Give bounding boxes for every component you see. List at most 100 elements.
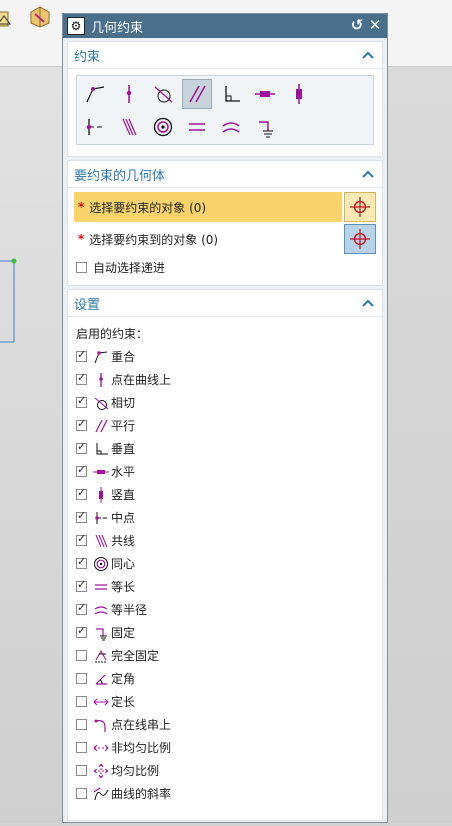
graphics-canvas-right[interactable] [388, 67, 452, 823]
constraint-toggle-row[interactable]: 点在曲线上 [68, 368, 382, 391]
parallel-constraint-button[interactable] [182, 79, 212, 109]
select-target-button[interactable] [344, 224, 376, 254]
horizontal-icon [255, 91, 275, 97]
constraint-toggle-label: 完全固定 [111, 649, 160, 663]
point-on-curve-icon [126, 85, 132, 103]
settings-section-header[interactable]: 设置 [68, 290, 382, 317]
constraint-toggle-row[interactable]: 非均匀比例 [68, 736, 382, 759]
constraint-toggle-checkbox[interactable] [76, 673, 87, 684]
constraint-toggle-row[interactable]: 固定 [68, 621, 382, 644]
constraint-toggle-checkbox[interactable] [76, 509, 87, 523]
select-object-row[interactable]: * 选择要约束的对象 (0) [74, 192, 376, 222]
select-target-field[interactable]: * 选择要约束到的对象 (0) [74, 224, 342, 254]
toolbar-part-icon[interactable] [28, 4, 52, 28]
constraint-toggle-row[interactable]: 相切 [68, 391, 382, 414]
constraint-toggle-checkbox[interactable] [76, 532, 87, 546]
curve-slope-icon [93, 786, 109, 802]
concentric-constraint-button[interactable] [148, 112, 178, 142]
constraint-toggle-label: 非均匀比例 [111, 741, 172, 755]
constraint-toggle-checkbox[interactable] [76, 742, 87, 753]
select-target-label: 选择要约束到的对象 (0) [89, 232, 219, 247]
collinear-icon [93, 533, 109, 549]
constraint-toggle-checkbox[interactable] [76, 578, 87, 592]
select-object-button[interactable] [344, 192, 376, 222]
constraint-toggle-row[interactable]: 共线 [68, 529, 382, 552]
constraint-toggle-label: 曲线的斜率 [111, 787, 172, 801]
tangent-icon [154, 86, 173, 103]
coincident-constraint-button[interactable] [80, 79, 110, 109]
reset-button[interactable]: ↺ [349, 17, 365, 33]
constraint-toggle-row[interactable]: 中点 [68, 506, 382, 529]
auto-advance-checkbox[interactable] [76, 262, 87, 273]
constraint-toggle-checkbox[interactable] [76, 555, 87, 569]
constraint-toggle-checkbox[interactable] [76, 624, 87, 638]
constraint-toggle-row[interactable]: 定长 [68, 690, 382, 713]
constraint-toggle-checkbox[interactable] [76, 601, 87, 615]
constraint-toggle-checkbox[interactable] [76, 440, 87, 454]
constraint-toggle-checkbox[interactable] [76, 719, 87, 730]
constraint-toggle-row[interactable]: 重合 [68, 345, 382, 368]
constraint-toggle-label: 定角 [111, 672, 136, 686]
tangent-constraint-button[interactable] [148, 79, 178, 109]
constraint-toggle-label: 同心 [111, 557, 136, 571]
constraint-toggle-row[interactable]: 完全固定 [68, 644, 382, 667]
constraint-toggle-label: 共线 [111, 534, 136, 548]
chevron-up-icon[interactable] [362, 167, 374, 182]
select-target-row[interactable]: * 选择要约束到的对象 (0) [74, 224, 376, 254]
constraint-toggle-checkbox[interactable] [76, 696, 87, 707]
toolbar-tool-icon[interactable] [0, 4, 16, 28]
constraints-section-header[interactable]: 约束 [68, 42, 382, 69]
point-on-curve-constraint-button[interactable] [114, 79, 144, 109]
concentric-icon [153, 117, 173, 137]
constraint-toggle-row[interactable]: 点在线串上 [68, 713, 382, 736]
constraint-toggle-row[interactable]: 等半径 [68, 598, 382, 621]
constraint-toggle-checkbox[interactable] [76, 788, 87, 799]
coincident-icon [86, 86, 105, 103]
constraint-toggle-checkbox[interactable] [76, 650, 87, 661]
chevron-up-icon[interactable] [362, 48, 374, 63]
perpendicular-constraint-button[interactable] [216, 79, 246, 109]
constraint-toggle-checkbox[interactable] [76, 417, 87, 431]
constraint-toggle-checkbox[interactable] [76, 486, 87, 500]
constraint-toggle-row[interactable]: 竖直 [68, 483, 382, 506]
vertical-constraint-button[interactable] [284, 79, 314, 109]
fixed-constraint-button[interactable] [250, 112, 280, 142]
constraint-toggle-row[interactable]: 等长 [68, 575, 382, 598]
dialog-title: 几何约束 [91, 20, 144, 36]
equal-radius-icon [222, 122, 240, 133]
constraint-toggle-checkbox[interactable] [76, 371, 87, 385]
constraint-toggle-row[interactable]: 同心 [68, 552, 382, 575]
point-on-curve-icon [93, 372, 109, 388]
horizontal-constraint-button[interactable] [250, 79, 280, 109]
constraint-toggle-label: 垂直 [111, 442, 136, 456]
constraint-toggle-label: 点在曲线上 [111, 373, 172, 387]
equal-radius-constraint-button[interactable] [216, 112, 246, 142]
constraints-section: 约束 [67, 41, 383, 157]
constraint-toggle-row[interactable]: 垂直 [68, 437, 382, 460]
select-object-field[interactable]: * 选择要约束的对象 (0) [74, 192, 342, 222]
tangent-icon [93, 395, 109, 411]
chevron-up-icon[interactable] [362, 296, 374, 311]
geometry-section-header[interactable]: 要约束的几何体 [68, 161, 382, 188]
constraint-toggle-checkbox[interactable] [76, 394, 87, 408]
constraint-toggle-checkbox[interactable] [76, 765, 87, 776]
geometry-section-title: 要约束的几何体 [74, 168, 166, 184]
constraint-toggle-row[interactable]: 水平 [68, 460, 382, 483]
gear-icon: ⚙ [67, 17, 85, 35]
auto-advance-row[interactable]: 自动选择递进 [68, 256, 382, 279]
constraint-toggle-label: 水平 [111, 465, 136, 479]
constraint-toggle-checkbox[interactable] [76, 348, 87, 362]
midpoint-constraint-button[interactable] [80, 112, 110, 142]
close-button[interactable]: ✕ [367, 17, 383, 33]
collinear-constraint-button[interactable] [114, 112, 144, 142]
equal-length-constraint-button[interactable] [182, 112, 212, 142]
constraint-toggle-row[interactable]: 均匀比例 [68, 759, 382, 782]
constraint-toggle-checkbox[interactable] [76, 463, 87, 477]
settings-section: 设置 启用的约束： 重合点在曲线上相切平行垂直水平竖直中点共线同心等长等半径固定… [67, 289, 383, 821]
constraint-toggle-row[interactable]: 平行 [68, 414, 382, 437]
constraint-toggle-row[interactable]: 定角 [68, 667, 382, 690]
graphics-canvas[interactable] [0, 67, 62, 823]
perpendicular-icon [225, 86, 240, 102]
constraint-toggle-row[interactable]: 曲线的斜率 [68, 782, 382, 805]
dialog-titlebar[interactable]: ⚙ 几何约束 ↺ ✕ [63, 14, 387, 38]
